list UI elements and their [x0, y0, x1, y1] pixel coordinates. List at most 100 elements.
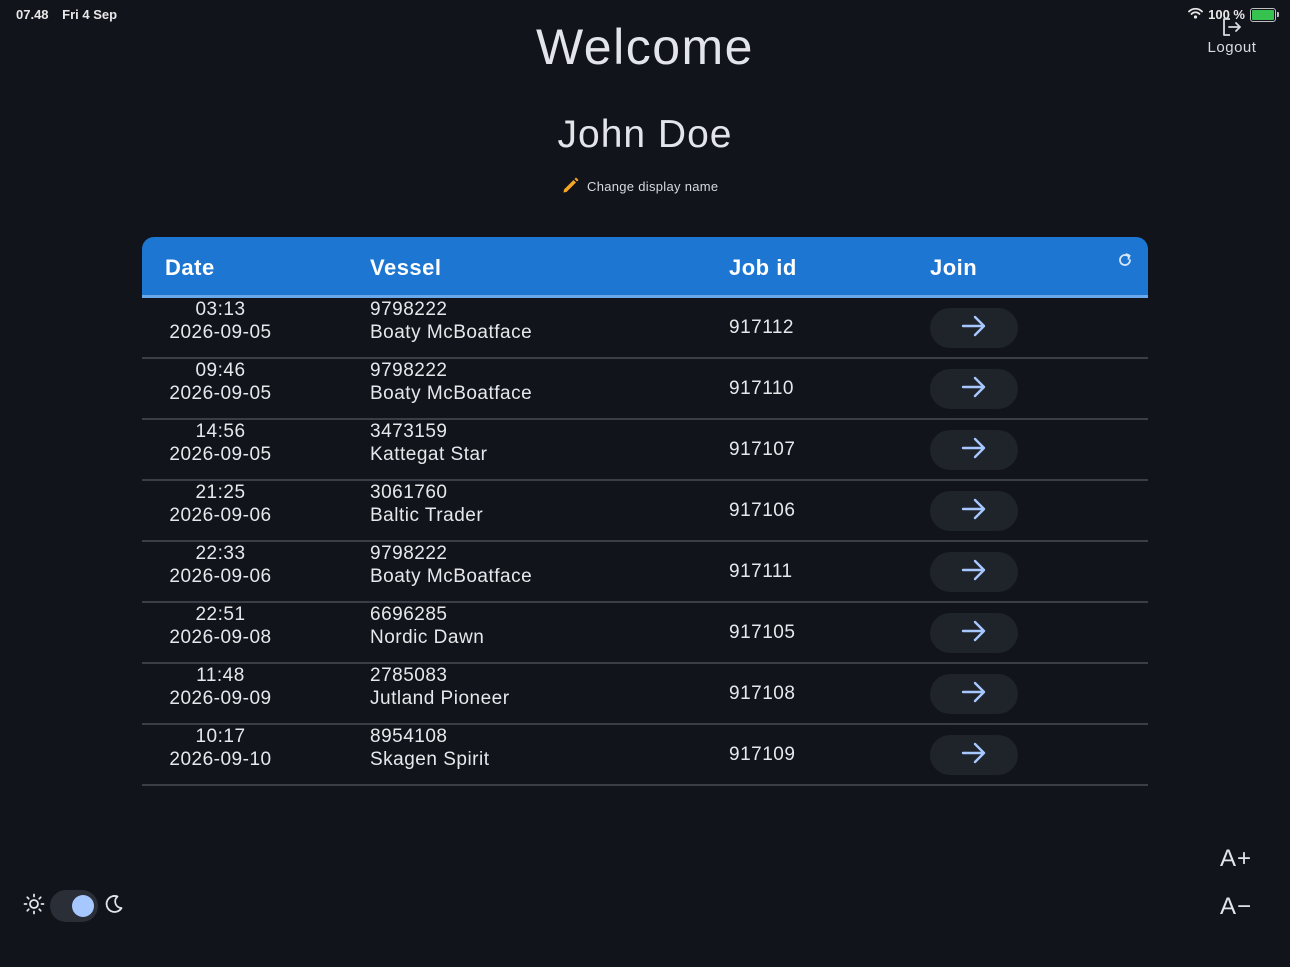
row-time: 22:51 — [195, 604, 246, 625]
vessel-imo: 3061760 — [370, 482, 448, 503]
table-row: 21:25 2026-09-06 3061760 Baltic Trader 9… — [142, 481, 1148, 542]
row-date: 2026-09-10 — [169, 748, 272, 770]
vessel-cell: 9798222 Boaty McBoatface — [370, 299, 532, 344]
join-button[interactable] — [930, 735, 1018, 775]
job-id-cell: 917107 — [729, 439, 796, 460]
job-id-cell: 917105 — [729, 622, 796, 643]
row-time: 03:13 — [195, 299, 246, 320]
dark-mode-switch[interactable] — [50, 890, 98, 922]
jobs-table: Date Vessel Job id Join 03:13 2026-09-05… — [142, 237, 1148, 786]
vessel-name: Jutland Pioneer — [370, 687, 510, 709]
date-cell: 21:25 2026-09-06 — [165, 482, 276, 527]
vessel-name: Nordic Dawn — [370, 626, 485, 648]
theme-toggle — [22, 889, 126, 923]
vessel-imo: 9798222 — [370, 360, 448, 381]
job-id-cell: 917106 — [729, 500, 796, 521]
arrow-right-icon — [961, 315, 987, 342]
vessel-cell: 8954108 Skagen Spirit — [370, 726, 490, 771]
vessel-name: Boaty McBoatface — [370, 382, 533, 404]
row-date: 2026-09-08 — [169, 626, 272, 648]
vessel-name: Skagen Spirit — [370, 748, 490, 770]
vessel-name: Kattegat Star — [370, 443, 488, 465]
welcome-heading: Welcome — [536, 19, 754, 75]
vessel-cell: 6696285 Nordic Dawn — [370, 604, 484, 649]
decrease-font-button[interactable]: A− — [1216, 893, 1256, 921]
vessel-imo: 9798222 — [370, 299, 448, 320]
vessel-cell: 3473159 Kattegat Star — [370, 421, 487, 466]
arrow-right-icon — [961, 742, 987, 769]
date-cell: 11:48 2026-09-09 — [165, 665, 276, 710]
table-row: 03:13 2026-09-05 9798222 Boaty McBoatfac… — [142, 298, 1148, 359]
date-cell: 22:33 2026-09-06 — [165, 543, 276, 588]
join-button[interactable] — [930, 613, 1018, 653]
row-time: 21:25 — [195, 482, 246, 503]
column-header-join: Join — [930, 255, 978, 280]
change-display-name-button[interactable]: Change display name — [560, 175, 718, 197]
job-id-cell: 917110 — [729, 378, 794, 399]
date-cell: 10:17 2026-09-10 — [165, 726, 276, 771]
vessel-cell: 9798222 Boaty McBoatface — [370, 543, 532, 588]
table-row: 11:48 2026-09-09 2785083 Jutland Pioneer… — [142, 664, 1148, 725]
switch-knob — [72, 895, 94, 917]
vessel-imo: 9798222 — [370, 543, 448, 564]
join-button[interactable] — [930, 308, 1018, 348]
table-body: 03:13 2026-09-05 9798222 Boaty McBoatfac… — [142, 298, 1148, 786]
date-cell: 09:46 2026-09-05 — [165, 360, 276, 405]
join-button[interactable] — [930, 430, 1018, 470]
column-header-vessel: Vessel — [370, 255, 442, 280]
vessel-imo: 8954108 — [370, 726, 448, 747]
row-date: 2026-09-06 — [169, 504, 272, 526]
arrow-right-icon — [961, 681, 987, 708]
row-time: 22:33 — [195, 543, 246, 564]
date-cell: 03:13 2026-09-05 — [165, 299, 276, 344]
arrow-right-icon — [961, 498, 987, 525]
column-header-date: Date — [165, 255, 215, 280]
table-row: 22:33 2026-09-06 9798222 Boaty McBoatfac… — [142, 542, 1148, 603]
row-date: 2026-09-05 — [169, 443, 272, 465]
row-time: 10:17 — [195, 726, 246, 747]
join-button[interactable] — [930, 552, 1018, 592]
sun-icon[interactable] — [22, 892, 46, 921]
increase-font-button[interactable]: A+ — [1216, 845, 1256, 873]
job-id-cell: 917108 — [729, 683, 796, 704]
vessel-name: Boaty McBoatface — [370, 321, 533, 343]
job-id-cell: 917111 — [729, 561, 793, 582]
job-id-cell: 917112 — [729, 317, 794, 338]
vessel-cell: 2785083 Jutland Pioneer — [370, 665, 510, 710]
date-cell: 22:51 2026-09-08 — [165, 604, 276, 649]
date-cell: 14:56 2026-09-05 — [165, 421, 276, 466]
table-header: Date Vessel Job id Join — [142, 237, 1148, 298]
join-button[interactable] — [930, 491, 1018, 531]
table-row: 10:17 2026-09-10 8954108 Skagen Spirit 9… — [142, 725, 1148, 786]
arrow-right-icon — [961, 559, 987, 586]
table-row: 14:56 2026-09-05 3473159 Kattegat Star 9… — [142, 420, 1148, 481]
join-button[interactable] — [930, 369, 1018, 409]
moon-icon[interactable] — [102, 892, 126, 921]
job-id-cell: 917109 — [729, 744, 796, 765]
vessel-cell: 3061760 Baltic Trader — [370, 482, 483, 527]
pencil-icon — [560, 175, 580, 198]
vessel-name: Boaty McBoatface — [370, 565, 533, 587]
user-display-name: John Doe — [557, 113, 733, 156]
row-date: 2026-09-05 — [169, 321, 272, 343]
row-time: 09:46 — [195, 360, 246, 381]
vessel-imo: 6696285 — [370, 604, 448, 625]
row-time: 14:56 — [195, 421, 246, 442]
join-button[interactable] — [930, 674, 1018, 714]
table-row: 09:46 2026-09-05 9798222 Boaty McBoatfac… — [142, 359, 1148, 420]
row-date: 2026-09-05 — [169, 382, 272, 404]
table-row: 22:51 2026-09-08 6696285 Nordic Dawn 917… — [142, 603, 1148, 664]
row-date: 2026-09-06 — [169, 565, 272, 587]
vessel-name: Baltic Trader — [370, 504, 484, 526]
row-time: 11:48 — [196, 665, 245, 686]
vessel-imo: 3473159 — [370, 421, 448, 442]
row-date: 2026-09-09 — [169, 687, 272, 709]
vessel-cell: 9798222 Boaty McBoatface — [370, 360, 532, 405]
refresh-icon[interactable] — [1116, 251, 1134, 274]
arrow-right-icon — [961, 376, 987, 403]
column-header-job-id: Job id — [729, 255, 797, 280]
arrow-right-icon — [961, 620, 987, 647]
vessel-imo: 2785083 — [370, 665, 448, 686]
change-display-name-label: Change display name — [587, 178, 719, 194]
arrow-right-icon — [961, 437, 987, 464]
